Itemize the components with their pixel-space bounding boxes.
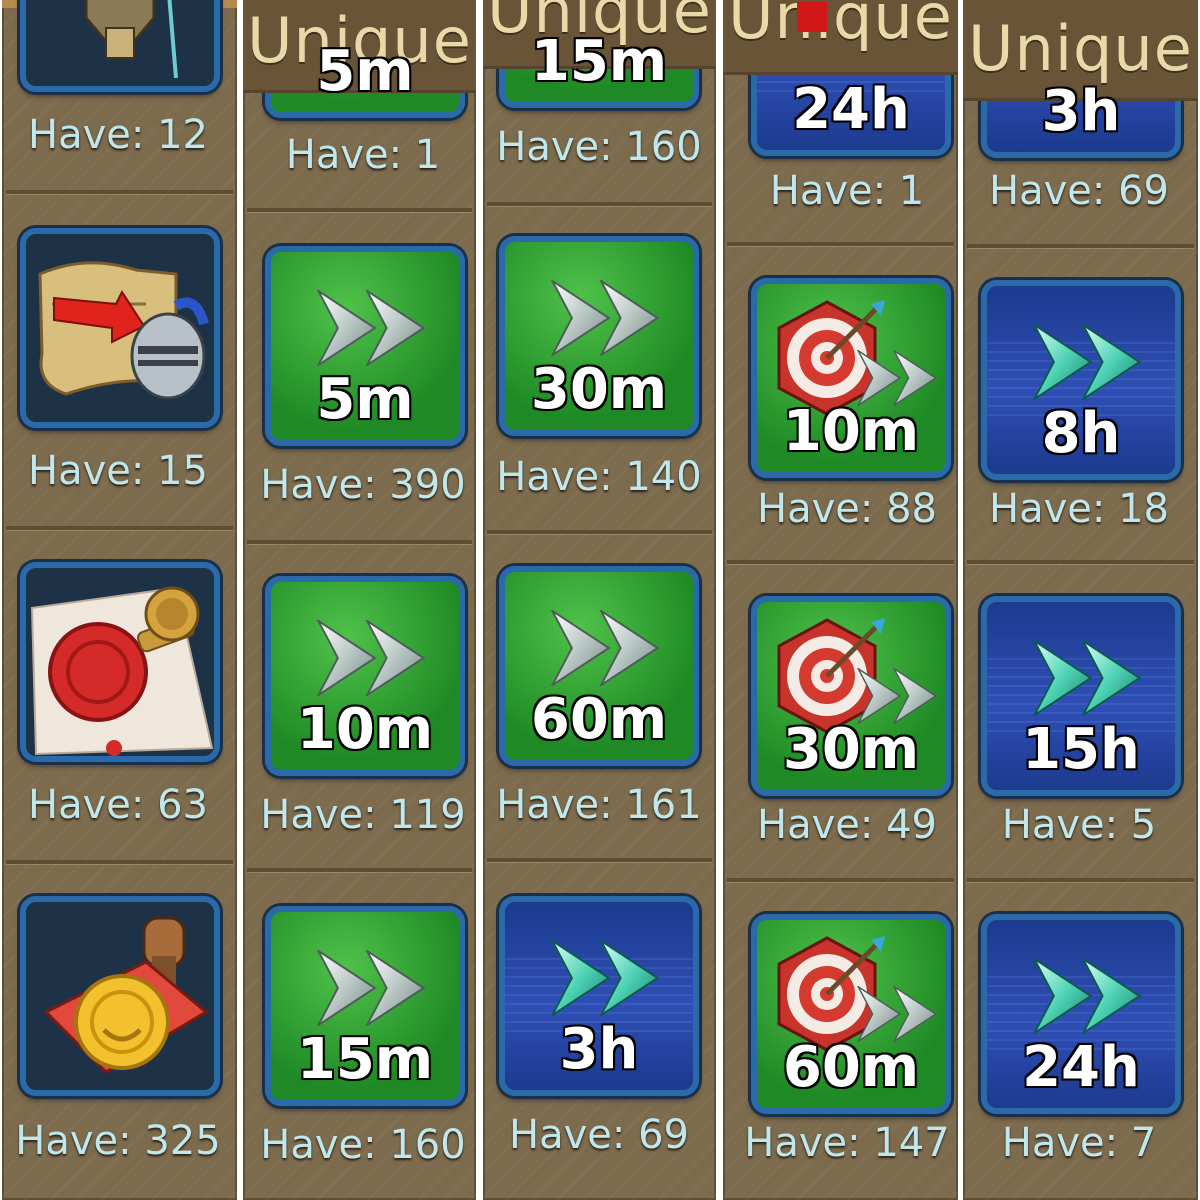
- have-count: Have: 160: [496, 124, 702, 170]
- training-speedup-item[interactable]: 60m: [751, 914, 951, 1114]
- row-divider: [727, 560, 954, 565]
- speedup-green-icon: [551, 610, 659, 686]
- column-2: 5m Unique Have: 1 5m Have: 390 10m Have:…: [243, 0, 476, 1200]
- wax-seal-icon: [30, 586, 214, 756]
- have-count: Have: 69: [989, 168, 1169, 214]
- row-divider: [487, 530, 712, 535]
- speedup-blue-icon: [1033, 958, 1141, 1034]
- speedup-item[interactable]: 15m: [265, 906, 465, 1106]
- row-divider: [487, 858, 712, 863]
- scroll-knight-icon: [38, 261, 209, 400]
- red-badge: [797, 2, 827, 32]
- column-5: 3h Unique Have: 69 8h Have: 18 15h Have:…: [963, 0, 1198, 1200]
- column-3: 15m Unique Have: 160 30m Have: 140 60m H…: [483, 0, 716, 1200]
- row-divider: [487, 202, 712, 207]
- have-count: Have: 147: [744, 1120, 950, 1166]
- have-count: Have: 88: [757, 486, 937, 532]
- have-count: Have: 5: [1001, 802, 1157, 848]
- speedup-item[interactable]: 10m: [265, 576, 465, 776]
- duration-label: 60m: [782, 1035, 920, 1100]
- duration-label: 3h: [1041, 79, 1121, 144]
- row-divider: [6, 526, 233, 531]
- row-divider: [247, 208, 472, 213]
- speedup-green-icon: [317, 620, 425, 696]
- item-stamp[interactable]: [20, 896, 220, 1096]
- speedup-green-icon: [551, 280, 659, 356]
- row-divider: [967, 244, 1194, 249]
- duration-label: 3h: [559, 1017, 639, 1082]
- duration-label: 24h: [792, 77, 910, 142]
- section-header: Unique: [723, 0, 958, 75]
- speedup-item[interactable]: 15h: [981, 596, 1181, 796]
- have-count: Have: 119: [260, 792, 466, 838]
- duration-label: 5m: [316, 39, 414, 104]
- duration-label: 30m: [530, 357, 668, 422]
- have-count: Have: 69: [509, 1112, 689, 1158]
- duration-label: 8h: [1041, 401, 1121, 466]
- duration-label: 15m: [530, 29, 668, 94]
- row-divider: [727, 878, 954, 883]
- speedup-item[interactable]: 24h: [981, 914, 1181, 1114]
- speedup-item[interactable]: 3h: [499, 896, 699, 1096]
- speedup-blue-icon: [551, 940, 659, 1016]
- item-scroll-knight[interactable]: [20, 228, 220, 428]
- speedup-green-icon: [317, 950, 425, 1026]
- speedup-item[interactable]: 30m: [499, 236, 699, 436]
- row-divider: [247, 868, 472, 873]
- speedup-item[interactable]: 60m: [499, 566, 699, 766]
- speedup-blue-icon: [1033, 324, 1141, 400]
- row-divider: [967, 560, 1194, 565]
- have-count: Have: 49: [757, 802, 937, 848]
- header-title: Unique: [728, 0, 953, 53]
- duration-label: 10m: [296, 697, 434, 762]
- duration-label: 15m: [296, 1027, 434, 1092]
- training-speedup-item[interactable]: 10m: [751, 278, 951, 478]
- training-speedup-item[interactable]: 30m: [751, 596, 951, 796]
- speedup-chevrons: [857, 668, 937, 724]
- row-divider: [6, 190, 233, 195]
- stamp-icon: [43, 916, 209, 1074]
- speedup-item[interactable]: 8h: [981, 280, 1181, 480]
- duration-label: 15h: [1022, 717, 1140, 782]
- armor-icon: [84, 0, 178, 79]
- duration-label: 5m: [316, 367, 414, 432]
- have-count: Have: 140: [496, 454, 702, 500]
- have-count: Have: 160: [260, 1122, 466, 1168]
- duration-label: 60m: [530, 687, 668, 752]
- have-count: Have: 1: [769, 168, 925, 214]
- have-count: Have: 63: [28, 782, 208, 828]
- row-divider: [967, 878, 1194, 883]
- speedup-item[interactable]: 5m: [265, 246, 465, 446]
- speedup-chevrons: [857, 350, 937, 406]
- have-count: Have: 390: [260, 462, 466, 508]
- have-count: Have: 7: [1001, 1120, 1157, 1166]
- speedup-blue-icon: [1033, 640, 1141, 716]
- row-divider: [727, 242, 954, 247]
- have-count: Have: 12: [28, 112, 208, 158]
- have-count: Have: 161: [496, 782, 702, 828]
- header-title: Unique: [968, 12, 1193, 85]
- item-wax-seal[interactable]: [20, 562, 220, 762]
- have-count: Have: 18: [989, 486, 1169, 532]
- row-divider: [6, 860, 233, 865]
- duration-label: 24h: [1022, 1035, 1140, 1100]
- have-count: Have: 15: [28, 448, 208, 494]
- duration-label: 10m: [782, 399, 920, 464]
- row-divider: [247, 540, 472, 545]
- column-1: Have: 12 Have: 15 Have: 63 Have: 325: [2, 0, 237, 1200]
- column-4: 24h Unique Have: 1 10m Have: 88 30m Have…: [723, 0, 958, 1200]
- speedup-chevrons: [857, 986, 937, 1042]
- duration-label: 30m: [782, 717, 920, 782]
- have-count: Have: 1: [285, 132, 441, 178]
- have-count: Have: 325: [15, 1118, 221, 1164]
- item-armor[interactable]: [20, 0, 220, 92]
- speedup-green-icon: [317, 290, 425, 366]
